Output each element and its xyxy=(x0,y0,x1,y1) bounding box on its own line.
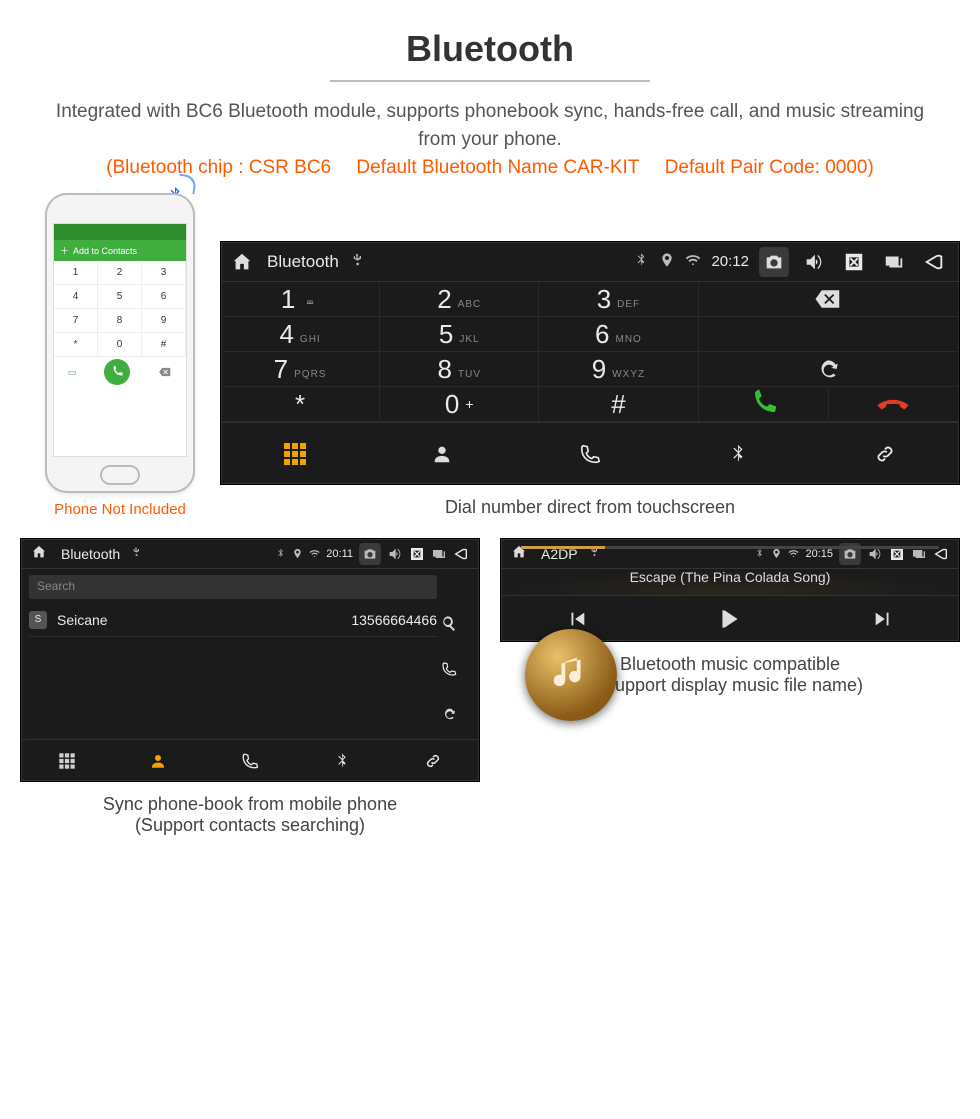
bt-status-icon xyxy=(633,252,649,272)
recent-apps-button[interactable] xyxy=(879,247,909,277)
contact-row-empty xyxy=(29,637,437,671)
tab-keypad[interactable] xyxy=(21,740,113,781)
tab-contacts[interactable] xyxy=(369,423,517,484)
wifi-icon xyxy=(788,548,799,559)
app-title: Bluetooth xyxy=(61,546,120,562)
screenshot-button[interactable] xyxy=(359,543,381,565)
tab-bluetooth[interactable] xyxy=(664,423,812,484)
close-button[interactable] xyxy=(839,247,869,277)
volume-button[interactable] xyxy=(799,247,829,277)
key-1[interactable]: 1 xyxy=(221,282,380,317)
next-button[interactable] xyxy=(806,596,959,641)
wifi-icon xyxy=(685,252,701,272)
home-icon[interactable] xyxy=(231,251,253,273)
intro-text: Integrated with BC6 Bluetooth module, su… xyxy=(0,98,980,153)
tab-bluetooth[interactable] xyxy=(296,740,388,781)
tab-pair[interactable] xyxy=(811,423,959,484)
page-title: Bluetooth xyxy=(0,28,980,70)
divider xyxy=(330,80,650,82)
clock: 20:11 xyxy=(326,548,353,560)
key-7[interactable]: 7PQRS xyxy=(221,352,380,387)
redial-button[interactable] xyxy=(699,352,959,387)
contact-row-empty xyxy=(29,705,437,739)
tab-contacts[interactable] xyxy=(113,740,205,781)
keypad-icon xyxy=(59,753,74,768)
gps-icon xyxy=(771,548,782,559)
sync-icon[interactable] xyxy=(441,706,473,727)
bottom-tabs xyxy=(221,422,959,484)
tab-pair[interactable] xyxy=(387,740,479,781)
key-5[interactable]: 5JKL xyxy=(380,317,539,352)
tab-keypad[interactable] xyxy=(221,423,369,484)
add-to-contacts: ＋Add to Contacts xyxy=(54,240,186,261)
clock: 20:15 xyxy=(805,548,833,560)
key-4[interactable]: 4GHI xyxy=(221,317,380,352)
recent-apps-button[interactable] xyxy=(431,546,447,562)
contact-number: 13566664466 xyxy=(351,612,437,628)
bt-status-icon xyxy=(754,548,765,559)
call-icon[interactable] xyxy=(441,661,473,682)
play-pause-button[interactable] xyxy=(654,596,807,641)
key-hash[interactable]: # xyxy=(539,387,698,422)
contacts-caption: Sync phone-book from mobile phone (Suppo… xyxy=(20,794,480,836)
key-3[interactable]: 3DEF xyxy=(539,282,698,317)
close-button[interactable] xyxy=(409,546,425,562)
hangup-button[interactable] xyxy=(829,387,959,422)
bt-status-icon xyxy=(275,548,286,559)
gps-icon xyxy=(292,548,303,559)
dialer-caption: Dial number direct from touchscreen xyxy=(220,497,960,518)
app-title: Bluetooth xyxy=(267,252,339,272)
volume-button[interactable] xyxy=(387,546,403,562)
tab-history[interactable] xyxy=(204,740,296,781)
contact-name: Seicane xyxy=(57,612,341,628)
search-input[interactable]: Search xyxy=(29,575,437,599)
screenshot-button[interactable] xyxy=(759,247,789,277)
backspace-button[interactable] xyxy=(699,282,959,317)
progress-bar[interactable] xyxy=(521,546,939,549)
music-unit: A2DP 20:15 Escape (The Pina Colada Song) xyxy=(500,538,960,642)
key-6[interactable]: 6MNO xyxy=(539,317,698,352)
contact-row-empty xyxy=(29,671,437,705)
phone-note: Phone Not Included xyxy=(20,501,220,518)
key-9[interactable]: 9WXYZ xyxy=(539,352,698,387)
wifi-icon xyxy=(309,548,320,559)
tab-history[interactable] xyxy=(516,423,664,484)
album-art xyxy=(525,629,617,721)
usb-icon xyxy=(349,252,365,272)
back-button[interactable] xyxy=(919,247,949,277)
track-title: Escape (The Pina Colada Song) xyxy=(630,569,831,585)
back-button[interactable] xyxy=(453,546,469,562)
phone-mock: ＋Add to Contacts 1 2 3 4 5 6 7 8 9 * 0 # xyxy=(20,193,220,518)
usb-icon xyxy=(130,546,142,561)
placeholder xyxy=(699,317,959,352)
home-icon[interactable] xyxy=(31,544,47,563)
spec-chip: (Bluetooth chip : CSR BC6 xyxy=(106,157,331,178)
spec-name: Default Bluetooth Name CAR-KIT xyxy=(356,157,639,178)
call-button[interactable] xyxy=(699,387,829,422)
key-8[interactable]: 8TUV xyxy=(380,352,539,387)
search-icon[interactable] xyxy=(441,615,473,636)
contact-badge: S xyxy=(29,611,47,629)
dialer-unit: Bluetooth 20:12 1 2ABC xyxy=(220,241,960,485)
spec-line: (Bluetooth chip : CSR BC6 Default Blueto… xyxy=(0,157,980,179)
gps-icon xyxy=(659,252,675,272)
spec-pair: Default Pair Code: 0000) xyxy=(665,157,874,178)
keypad-icon xyxy=(284,443,306,465)
key-star[interactable]: * xyxy=(221,387,380,422)
key-2[interactable]: 2ABC xyxy=(380,282,539,317)
key-0[interactable]: 0+ xyxy=(380,387,539,422)
contact-row[interactable]: S Seicane 13566664466 xyxy=(29,603,437,637)
contacts-unit: Bluetooth 20:11 Search S xyxy=(20,538,480,782)
clock: 20:12 xyxy=(711,253,749,270)
dialer-keypad: 1 2ABC 3DEF 4GHI 5JKL 6MNO 7PQRS 8TUV 9W… xyxy=(221,282,959,422)
